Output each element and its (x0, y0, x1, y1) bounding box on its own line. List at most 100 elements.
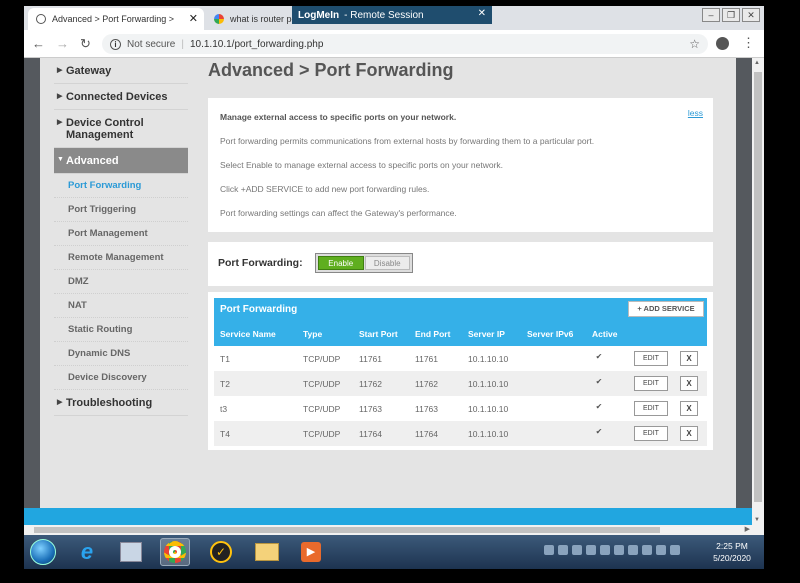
folder-icon[interactable] (252, 538, 282, 566)
delete-button[interactable]: X (680, 401, 698, 416)
tray-icon[interactable] (586, 545, 596, 555)
media-player-icon[interactable]: ▶ (296, 538, 326, 566)
subnav-port-triggering[interactable]: Port Triggering (54, 198, 188, 222)
info-text: Click +ADD SERVICE to add new port forwa… (220, 184, 430, 194)
subnav-remote-management[interactable]: Remote Management (54, 246, 188, 270)
file-manager-icon[interactable] (116, 538, 146, 566)
column-header: End Port (415, 329, 451, 339)
tab-bar: Advanced > Port Forwarding > ✕ what is r… (24, 6, 764, 30)
edit-button[interactable]: EDIT (634, 376, 668, 391)
close-icon[interactable]: ✕ (189, 12, 198, 25)
caret-right-icon: ▶ (57, 119, 63, 126)
delete-button[interactable]: X (680, 426, 698, 441)
page-gutter-right (736, 58, 752, 525)
clock[interactable]: 2:25 PM 5/20/2020 (704, 540, 760, 564)
subnav-dynamic-dns[interactable]: Dynamic DNS (54, 342, 188, 366)
delete-button[interactable]: X (680, 351, 698, 366)
scroll-thumb[interactable] (34, 527, 660, 533)
chrome-icon[interactable] (160, 538, 190, 566)
subnav-port-forwarding[interactable]: Port Forwarding (54, 174, 188, 198)
sidebar-item-gateway[interactable]: ▶ Gateway (54, 58, 188, 84)
add-service-button[interactable]: + ADD SERVICE (628, 301, 704, 317)
forward-icon[interactable]: → (56, 36, 69, 51)
sidebar-item-connected-devices[interactable]: ▶ Connected Devices (54, 84, 188, 110)
minimize-icon[interactable]: – (702, 8, 720, 22)
start-button[interactable] (28, 538, 58, 566)
caret-down-icon: ▼ (57, 156, 64, 163)
account-icon[interactable] (716, 37, 729, 50)
horizontal-scrollbar[interactable]: ▶ (24, 525, 764, 535)
star-icon[interactable]: ☆ (689, 37, 700, 51)
close-icon[interactable]: ✕ (478, 8, 486, 19)
folder-glyph (255, 543, 279, 561)
cell-start-port: 11761 (359, 354, 383, 364)
network-icon[interactable] (614, 545, 624, 555)
scroll-thumb[interactable] (754, 72, 762, 502)
sidebar-item-advanced[interactable]: ▼ Advanced (54, 148, 188, 174)
subnav-port-management[interactable]: Port Management (54, 222, 188, 246)
flag-icon[interactable] (642, 545, 652, 555)
taskbar: e ✓ ▶ 2:25 PM 5/20/2020 (24, 535, 764, 569)
info-text: Port forwarding settings can affect the … (220, 208, 457, 218)
scroll-right-icon[interactable]: ▶ (745, 525, 750, 533)
restore-icon[interactable]: ❐ (722, 8, 740, 22)
subnav-dmz[interactable]: DMZ (54, 270, 188, 294)
cell-start-port: 11762 (359, 379, 383, 389)
disable-button[interactable]: Disable (364, 256, 410, 270)
subnav-static-routing[interactable]: Static Routing (54, 318, 188, 342)
vertical-scrollbar[interactable]: ▲ ▼ (752, 58, 764, 525)
edit-button[interactable]: EDIT (634, 426, 668, 441)
sidebar-item-device-control[interactable]: ▶ Device Control Management (54, 110, 188, 148)
edit-button[interactable]: EDIT (634, 401, 668, 416)
column-header: Server IP (468, 329, 505, 339)
delete-button[interactable]: X (680, 376, 698, 391)
url-field[interactable]: i Not secure | 10.1.10.1/port_forwarding… (102, 34, 708, 54)
footer-band (24, 508, 752, 525)
edit-button[interactable]: EDIT (634, 351, 668, 366)
windows-icon (30, 539, 56, 565)
play-glyph: ▶ (301, 542, 321, 562)
cell-server-ip: 10.1.10.10 (468, 404, 509, 414)
sidebar-item-troubleshooting[interactable]: ▶ Troubleshooting (54, 390, 188, 416)
info-icon[interactable]: i (110, 38, 121, 50)
tab-port-forwarding[interactable]: Advanced > Port Forwarding > ✕ (28, 8, 204, 30)
tray-icon[interactable] (544, 545, 554, 555)
volume-icon[interactable] (600, 545, 610, 555)
tray-icon[interactable] (628, 545, 638, 555)
active-checkbox[interactable]: ✔ (594, 427, 604, 437)
scroll-up-icon[interactable]: ▲ (754, 60, 760, 66)
active-checkbox[interactable]: ✔ (594, 402, 604, 412)
sidebar-item-label: Connected Devices (66, 91, 168, 103)
info-panel: Manage external access to specific ports… (208, 98, 713, 232)
enable-button[interactable]: Enable (318, 256, 364, 270)
cell-end-port: 11764 (415, 429, 439, 439)
chrome-glyph (164, 541, 186, 563)
sidebar-item-label: Advanced (66, 155, 119, 167)
column-header: Server IPv6 (527, 329, 574, 339)
reload-icon[interactable]: ↻ (80, 36, 91, 52)
active-checkbox[interactable]: ✔ (594, 377, 604, 387)
table-row: t3 TCP/UDP 11763 11763 10.1.10.10 ✔ EDIT… (214, 396, 707, 421)
tray-icon[interactable] (656, 545, 666, 555)
cell-start-port: 11763 (359, 404, 383, 414)
scroll-down-icon[interactable]: ▼ (754, 517, 760, 523)
active-checkbox[interactable]: ✔ (594, 352, 604, 362)
internet-explorer-icon[interactable]: e (72, 538, 102, 566)
tray-icon[interactable] (558, 545, 568, 555)
tab-title: what is router po (230, 14, 297, 24)
subnav-device-discovery[interactable]: Device Discovery (54, 366, 188, 390)
tray-icon[interactable] (572, 545, 582, 555)
menu-icon[interactable]: ⋮ (742, 35, 755, 51)
norton-icon[interactable]: ✓ (206, 538, 236, 566)
less-link[interactable]: less (688, 108, 703, 118)
cell-server-ip: 10.1.10.10 (468, 354, 509, 364)
caret-right-icon: ▶ (57, 67, 63, 74)
subnav-nat[interactable]: NAT (54, 294, 188, 318)
close-icon[interactable]: ✕ (742, 8, 760, 22)
back-icon[interactable]: ← (32, 36, 45, 51)
table-row: T1 TCP/UDP 11761 11761 10.1.10.10 ✔ EDIT… (214, 346, 707, 371)
cell-server-ip: 10.1.10.10 (468, 379, 509, 389)
cell-service-name: T1 (220, 354, 230, 364)
speaker-icon[interactable] (670, 545, 680, 555)
cell-type: TCP/UDP (303, 404, 341, 414)
